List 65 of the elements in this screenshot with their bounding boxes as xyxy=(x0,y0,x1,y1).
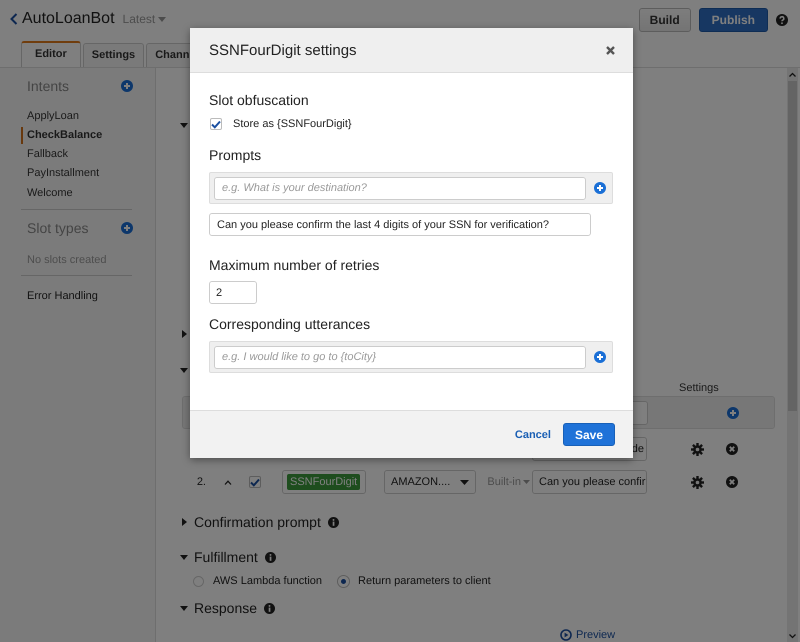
info-icon[interactable] xyxy=(264,602,276,614)
cancel-button[interactable]: Cancel xyxy=(514,428,551,440)
delete-icon[interactable] xyxy=(726,476,738,488)
scroll-down-icon[interactable] xyxy=(789,634,796,639)
sidebar-item[interactable]: Error Handling xyxy=(21,276,155,302)
caret-right-icon[interactable] xyxy=(180,330,188,338)
add-icon[interactable] xyxy=(594,182,606,194)
info-icon[interactable] xyxy=(328,516,339,528)
input-field[interactable]: e.g. What is your destination? xyxy=(214,176,586,200)
tab[interactable]: Editor xyxy=(21,41,81,67)
caret-down-icon[interactable] xyxy=(180,553,188,561)
sidebar-item[interactable]: ApplyLoan xyxy=(21,107,155,126)
build-button[interactable]: Build xyxy=(638,8,691,32)
section-heading: Maximum number of retries xyxy=(209,256,380,274)
slot-name-tag: SSNFourDigit xyxy=(287,474,360,490)
caret-down-icon xyxy=(460,480,469,484)
move-up-icon[interactable] xyxy=(224,480,232,484)
section-heading: Prompts xyxy=(209,146,262,164)
radio-label: AWS Lambda function xyxy=(213,575,322,587)
caret-down-icon xyxy=(158,16,166,22)
save-button[interactable]: Save xyxy=(562,423,615,446)
radio-label: Return parameters to client xyxy=(358,575,491,587)
checkbox[interactable] xyxy=(210,118,222,130)
settings-icon[interactable] xyxy=(690,476,704,488)
add-icon[interactable] xyxy=(727,406,739,418)
add-icon[interactable] xyxy=(121,80,133,92)
play-icon xyxy=(560,629,572,641)
scrollbar[interactable] xyxy=(787,68,798,642)
sidebar-item[interactable]: Fallback xyxy=(21,145,155,164)
caret-right-icon[interactable] xyxy=(180,518,188,526)
sidebar-item[interactable]: Welcome xyxy=(21,184,155,203)
tab[interactable]: Settings xyxy=(82,43,144,67)
bot-name: AutoLoanBot xyxy=(22,10,115,28)
section-title: Fulfillment xyxy=(194,549,258,565)
caret-down-icon[interactable] xyxy=(180,366,188,374)
add-icon[interactable] xyxy=(121,222,133,234)
caret-down-icon xyxy=(523,480,530,484)
section-title: Confirmation prompt xyxy=(194,514,321,530)
caret-down-icon[interactable] xyxy=(180,121,188,129)
info-icon[interactable] xyxy=(264,552,276,562)
settings-icon[interactable] xyxy=(690,442,704,456)
slot-type-dropdown[interactable]: AMAZON.... xyxy=(384,470,476,494)
retries-field[interactable]: 2 xyxy=(209,281,257,304)
sidebar-item[interactable]: PayInstallment xyxy=(21,164,155,184)
radio-button[interactable] xyxy=(193,576,204,586)
section-title: Response xyxy=(194,600,258,616)
publish-button[interactable]: Publish xyxy=(698,8,768,32)
section-heading: Slot obfuscation xyxy=(209,91,310,109)
input-field[interactable]: e.g. I would like to go to {toCity} xyxy=(214,346,586,368)
section-heading: Corresponding utterances xyxy=(209,315,372,333)
delete-icon[interactable] xyxy=(726,443,738,455)
row-number: 2. xyxy=(196,476,206,488)
add-icon[interactable] xyxy=(594,351,606,363)
prompt-field[interactable]: Can you please confirm the last 4 digits of your SSN for verification? xyxy=(209,213,591,236)
preview-link[interactable]: Preview xyxy=(560,629,616,641)
caret-down-icon[interactable] xyxy=(180,604,188,612)
dialog-title: SSNFourDigit settings xyxy=(209,42,357,58)
checkbox[interactable] xyxy=(249,476,261,488)
column-header: Settings xyxy=(678,381,720,395)
close-icon[interactable] xyxy=(606,46,615,54)
checkbox-label: Store as {SSNFourDigit} xyxy=(233,118,352,130)
back-icon[interactable] xyxy=(10,13,18,25)
scroll-up-icon[interactable] xyxy=(789,72,796,77)
prompt-field[interactable]: Can you please confir xyxy=(532,470,647,494)
help-icon[interactable] xyxy=(776,14,788,26)
